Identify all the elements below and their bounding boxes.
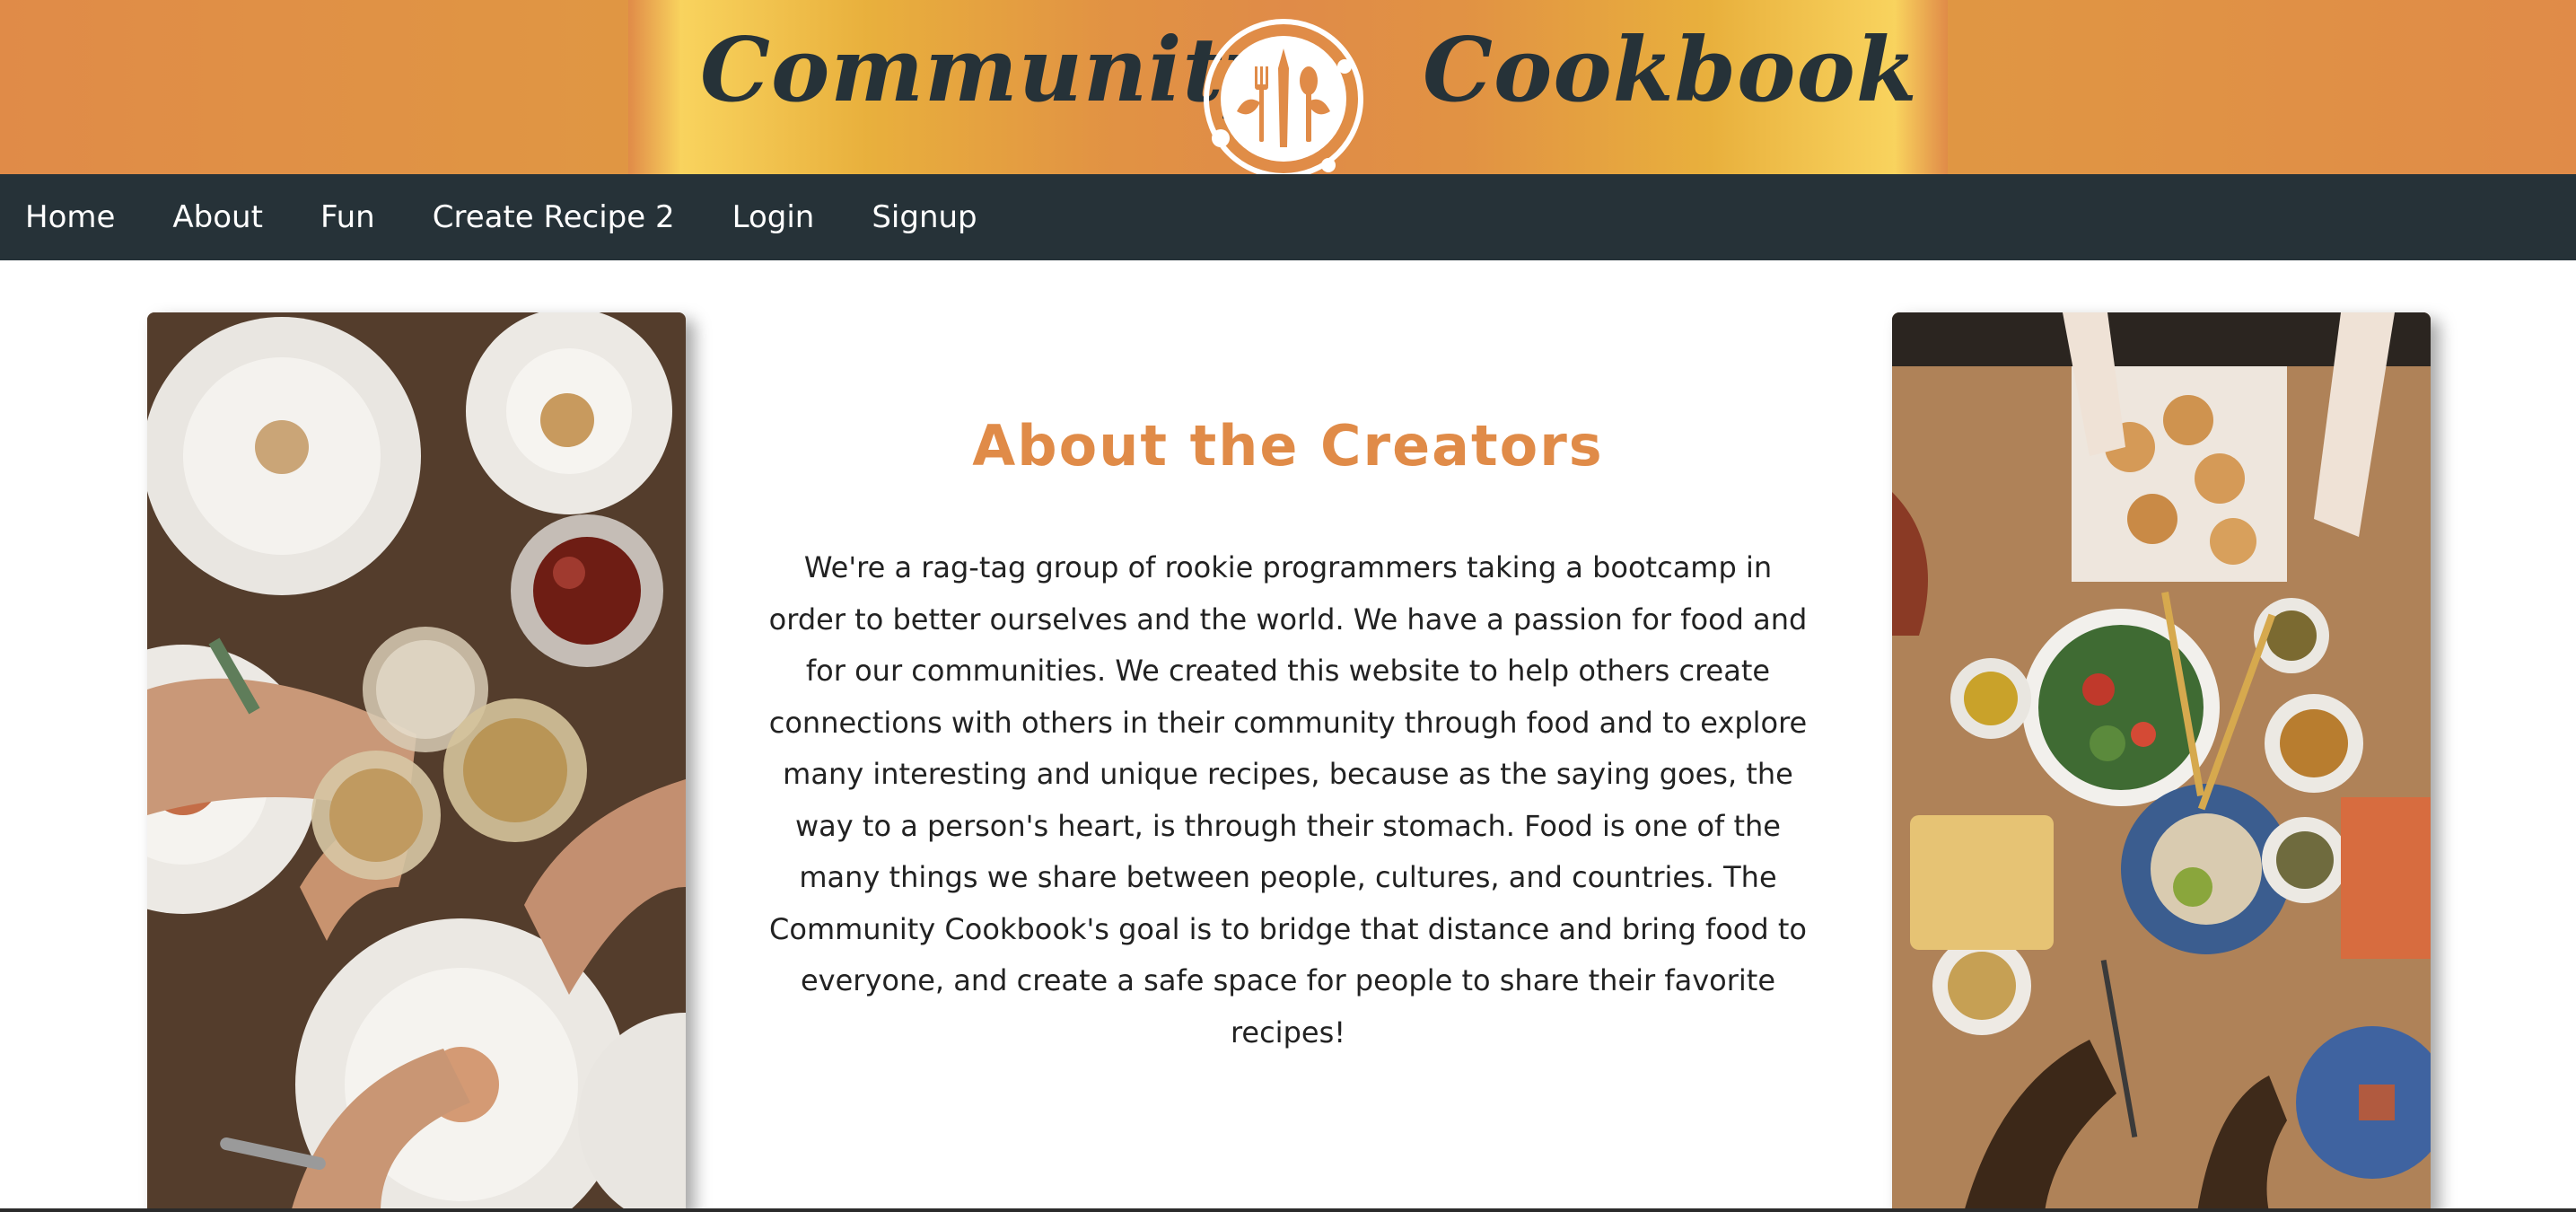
about-title: About the Creators [972, 413, 1604, 479]
brand-title-right: Cookbook [1423, 19, 1918, 122]
nav-create-recipe-link[interactable]: Create Recipe 2 [433, 199, 675, 235]
nav-fun-link[interactable]: Fun [320, 199, 375, 235]
header-banner: Community Cookbook [0, 0, 2576, 174]
brand-title-left: Community [700, 19, 1276, 122]
shared-table-feast-photo [1892, 312, 2431, 1212]
utensils-circle-logo-icon[interactable] [1194, 13, 1373, 174]
banner-right-shade [1948, 0, 2576, 174]
nav-about-link[interactable]: About [172, 199, 263, 235]
banner-left-shade [0, 0, 628, 174]
toasting-drinks-photo [147, 312, 686, 1212]
nav-signup-link[interactable]: Signup [872, 199, 977, 235]
about-description: We're a rag-tag group of rookie programm… [768, 550, 1808, 1050]
about-section: About the Creators We're a rag-tag group… [754, 413, 1822, 1058]
page-bottom-edge [0, 1208, 2576, 1212]
nav-home-link[interactable]: Home [25, 199, 115, 235]
nav-login-link[interactable]: Login [732, 199, 815, 235]
main-nav: Home About Fun Create Recipe 2 Login Sig… [0, 174, 2576, 260]
